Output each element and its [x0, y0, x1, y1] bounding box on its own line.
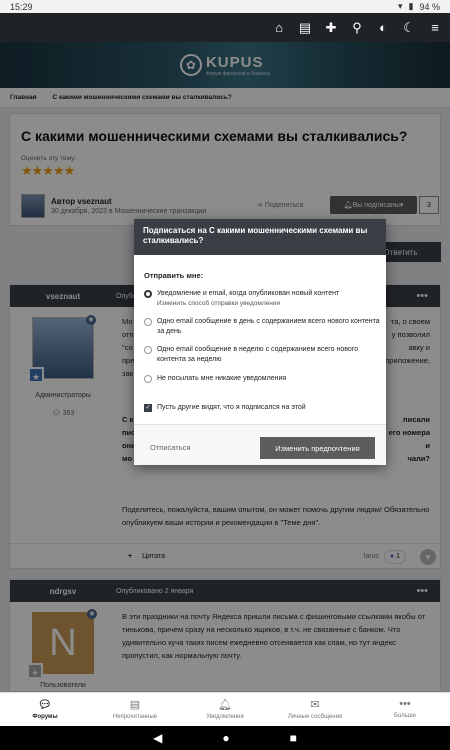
visibility-checkbox-row[interactable]: ✓ Пусть другие видят, что я подписался н…: [144, 403, 380, 413]
moon-icon[interactable]: ☾: [402, 20, 416, 35]
checkbox-checked[interactable]: ✓: [144, 404, 152, 412]
system-nav-bar: ◀ ● ■: [0, 726, 450, 750]
send-label: Отправить мне:: [144, 271, 204, 280]
unread-icon: ▤: [129, 699, 141, 711]
option-weekly[interactable]: Одно email сообщение в неделю с содержан…: [144, 345, 380, 365]
nav-label: Уведомления: [206, 714, 244, 720]
plus-icon[interactable]: ✚: [324, 20, 338, 35]
wifi-icon: ▾: [398, 1, 403, 11]
option-label: Одно email сообщение в день с содержание…: [157, 318, 380, 335]
unsubscribe-link[interactable]: Отписаться: [150, 443, 190, 452]
option-label: Не посылать мне никакие уведомления: [157, 375, 287, 382]
back-icon[interactable]: ◀: [153, 731, 162, 745]
option-daily[interactable]: Одно email сообщение в день с содержание…: [144, 317, 380, 337]
recents-icon[interactable]: ■: [290, 731, 297, 745]
radio-selected[interactable]: [144, 290, 152, 298]
option-label: Одно email сообщение в неделю с содержан…: [157, 346, 359, 363]
home-icon[interactable]: ⌂: [272, 20, 286, 35]
toggle-icon[interactable]: ◐: [376, 20, 390, 35]
checkbox-label: Пусть другие видят, что я подписался на …: [157, 404, 306, 411]
search-icon[interactable]: ⚲: [350, 20, 364, 35]
bell-icon: 🔔︎: [218, 699, 232, 711]
nav-label: Личные сообщения: [287, 714, 343, 720]
radio[interactable]: [144, 318, 152, 326]
top-navbar: ⌂ ▤ ✚ ⚲ ◐ ☾ ≡: [0, 13, 450, 42]
battery-icon: ▮: [408, 1, 414, 11]
home-button-icon[interactable]: ●: [222, 731, 229, 745]
menu-icon[interactable]: ≡: [428, 20, 442, 35]
more-icon: •••: [399, 698, 411, 710]
option-hint-link[interactable]: Изменить способ отправки уведомления: [157, 299, 339, 309]
news-icon[interactable]: ▤: [298, 20, 312, 35]
bottom-nav: 💬︎ Форумы ▤ Непрочитанные 🔔︎ Уведомления ✉ Л…: [0, 692, 450, 726]
status-battery: 94 %: [419, 1, 440, 12]
modal-footer: Отписаться Изменить предпочтения: [134, 424, 386, 465]
option-label: Уведомление и email, когда опубликован н…: [157, 290, 340, 297]
status-bar: 15:29 ▾ ▮ 94 %: [0, 0, 450, 13]
modal-title: Подписаться на С какими мошенническими с…: [134, 219, 386, 255]
radio[interactable]: [144, 375, 152, 383]
nav-label: Непрочитанные: [112, 714, 158, 720]
forums-icon: 💬︎: [38, 699, 52, 711]
option-none[interactable]: Не посылать мне никакие уведомления: [144, 374, 380, 384]
nav-label: Форумы: [32, 714, 58, 720]
nav-notifications[interactable]: 🔔︎ Уведомления: [180, 693, 270, 726]
subscribe-modal: Подписаться на С какими мошенническими с…: [134, 219, 386, 465]
nav-messages[interactable]: ✉ Личные сообщения: [270, 693, 360, 726]
mail-icon: ✉: [310, 699, 320, 711]
nav-label: Больше: [394, 713, 416, 719]
status-time: 15:29: [10, 1, 33, 12]
nav-unread[interactable]: ▤ Непрочитанные: [90, 693, 180, 726]
option-instant[interactable]: Уведомление и email, когда опубликован н…: [144, 289, 380, 309]
change-preferences-button[interactable]: Изменить предпочтения: [260, 437, 375, 459]
nav-forums[interactable]: 💬︎ Форумы: [0, 693, 90, 726]
radio[interactable]: [144, 346, 152, 354]
nav-more[interactable]: ••• Больше: [360, 693, 450, 726]
